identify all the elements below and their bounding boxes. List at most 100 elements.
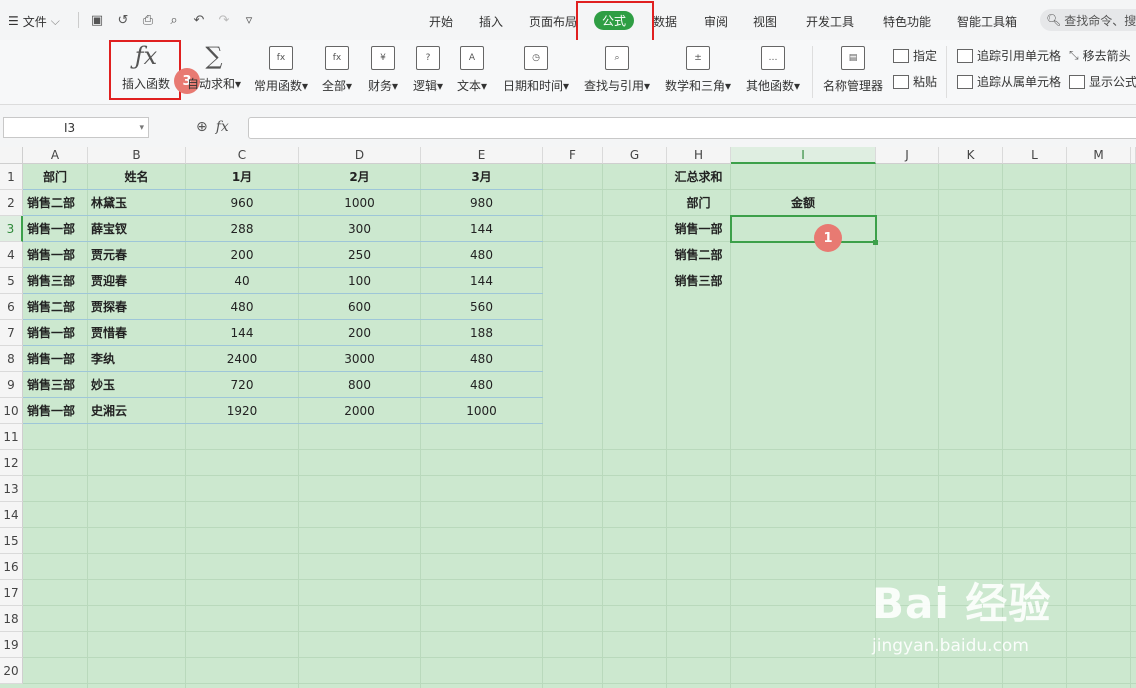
table-cell-name[interactable]: 史湘云 <box>91 398 185 424</box>
autosum-button[interactable]: ∑ 自动求和▾ <box>187 42 241 92</box>
row-header-8[interactable]: 8 <box>0 346 23 372</box>
column-header-l[interactable]: L <box>1003 147 1067 164</box>
column-header-e[interactable]: E <box>421 147 543 164</box>
undo-history-icon[interactable]: ↺ <box>115 12 131 28</box>
customize-icon[interactable]: ▿ <box>241 12 257 28</box>
table-cell-name[interactable]: 妙玉 <box>91 372 185 398</box>
all-functions-button[interactable]: fx 全部▾ <box>320 42 354 94</box>
table-cell-name[interactable]: 薛宝钗 <box>91 216 185 242</box>
table-cell-name[interactable]: 林黛玉 <box>91 190 185 216</box>
tab-page-layout[interactable]: 页面布局 <box>529 13 577 30</box>
zoom-icon[interactable]: ⊕ <box>196 119 208 135</box>
tab-smart-toolbox[interactable]: 智能工具箱 <box>957 13 1017 30</box>
table-cell-feb[interactable]: 3000 <box>299 346 420 372</box>
table-cell-dept[interactable]: 销售一部 <box>27 398 87 424</box>
table-cell-feb[interactable]: 800 <box>299 372 420 398</box>
table-cell-jan[interactable]: 1920 <box>186 398 298 424</box>
column-header-m[interactable]: M <box>1067 147 1131 164</box>
tab-data[interactable]: 数据 <box>653 13 677 30</box>
table-cell-dept[interactable]: 销售二部 <box>27 294 87 320</box>
summary-dept-cell[interactable]: 销售二部 <box>667 242 730 268</box>
insert-function-fx-icon[interactable]: fx <box>216 119 229 135</box>
table-cell-dept[interactable]: 销售二部 <box>27 190 87 216</box>
fill-handle[interactable] <box>873 240 878 245</box>
row-header-6[interactable]: 6 <box>0 294 23 320</box>
undo-icon[interactable]: ↶ <box>191 12 207 28</box>
table-cell-mar[interactable]: 188 <box>421 320 542 346</box>
table-cell-mar[interactable]: 980 <box>421 190 542 216</box>
summary-dept-cell[interactable]: 销售一部 <box>667 216 730 242</box>
table-cell-feb[interactable]: 300 <box>299 216 420 242</box>
table-cell-feb[interactable]: 600 <box>299 294 420 320</box>
tab-home[interactable]: 开始 <box>429 13 453 30</box>
column-header-a[interactable]: A <box>23 147 88 164</box>
table-cell-name[interactable]: 贾惜春 <box>91 320 185 346</box>
row-header-4[interactable]: 4 <box>0 242 23 268</box>
table-cell-mar[interactable]: 560 <box>421 294 542 320</box>
row-header-11[interactable]: 11 <box>0 424 23 450</box>
table-cell-dept[interactable]: 销售三部 <box>27 372 87 398</box>
tab-view[interactable]: 视图 <box>753 13 777 30</box>
table-cell-name[interactable]: 贾元春 <box>91 242 185 268</box>
formula-input[interactable] <box>248 117 1136 139</box>
column-header-f[interactable]: F <box>543 147 603 164</box>
summary-amount-header[interactable]: 金额 <box>731 190 875 216</box>
table-cell-dept[interactable]: 销售一部 <box>27 216 87 242</box>
table-cell-jan[interactable]: 720 <box>186 372 298 398</box>
table-cell-mar[interactable]: 480 <box>421 242 542 268</box>
lookup-reference-button[interactable]: ⌕ 查找与引用▾ <box>582 42 652 94</box>
summary-title[interactable]: 汇总求和 <box>667 164 730 190</box>
trace-dependents-button[interactable]: 追踪从属单元格 <box>957 73 1061 90</box>
print-preview-icon[interactable]: ⌕ <box>166 12 182 28</box>
table-cell-feb[interactable]: 250 <box>299 242 420 268</box>
summary-dept-header[interactable]: 部门 <box>667 190 730 216</box>
row-header-1[interactable]: 1 <box>0 164 23 190</box>
row-header-3[interactable]: 3 <box>0 216 23 242</box>
table-header-dept[interactable]: 部门 <box>23 164 87 190</box>
row-header-10[interactable]: 10 <box>0 398 23 424</box>
table-cell-jan[interactable]: 288 <box>186 216 298 242</box>
table-cell-feb[interactable]: 1000 <box>299 190 420 216</box>
tab-special-features[interactable]: 特色功能 <box>883 13 931 30</box>
row-header-5[interactable]: 5 <box>0 268 23 294</box>
name-manager-button[interactable]: ▤ 名称管理器 <box>822 42 884 94</box>
math-trig-button[interactable]: ± 数学和三角▾ <box>663 42 733 94</box>
name-box[interactable]: I3 ▾ <box>3 117 149 138</box>
tab-review[interactable]: 审阅 <box>704 13 728 30</box>
table-cell-jan[interactable]: 40 <box>186 268 298 294</box>
paste-name-button[interactable]: 粘贴 <box>893 73 937 90</box>
finance-button[interactable]: ¥ 财务▾ <box>366 42 400 94</box>
redo-icon[interactable]: ↷ <box>216 12 232 28</box>
column-header-c[interactable]: C <box>186 147 299 164</box>
row-header-2[interactable]: 2 <box>0 190 23 216</box>
file-menu-button[interactable]: ☰ 文件 ⌵ <box>8 12 60 30</box>
row-header-7[interactable]: 7 <box>0 320 23 346</box>
tab-insert[interactable]: 插入 <box>479 13 503 30</box>
row-header-16[interactable]: 16 <box>0 554 23 580</box>
table-cell-mar[interactable]: 480 <box>421 346 542 372</box>
table-cell-jan[interactable]: 960 <box>186 190 298 216</box>
table-cell-feb[interactable]: 100 <box>299 268 420 294</box>
table-header-mar[interactable]: 3月 <box>421 164 542 190</box>
table-cell-name[interactable]: 贾迎春 <box>91 268 185 294</box>
column-header-j[interactable]: J <box>876 147 939 164</box>
select-all-corner[interactable] <box>0 147 23 164</box>
row-header-12[interactable]: 12 <box>0 450 23 476</box>
column-header-k[interactable]: K <box>939 147 1003 164</box>
column-header-g[interactable]: G <box>603 147 667 164</box>
save-icon[interactable]: ▣ <box>89 12 105 28</box>
command-search[interactable]: 🔍︎ 查找命令、搜索 <box>1040 9 1136 31</box>
table-cell-mar[interactable]: 144 <box>421 268 542 294</box>
table-cell-jan[interactable]: 480 <box>186 294 298 320</box>
column-header-h[interactable]: H <box>667 147 731 164</box>
column-header-n[interactable] <box>1131 147 1136 164</box>
table-cell-jan[interactable]: 144 <box>186 320 298 346</box>
selected-cell-i3[interactable] <box>730 215 877 243</box>
table-cell-dept[interactable]: 销售三部 <box>27 268 87 294</box>
text-button[interactable]: A 文本▾ <box>455 42 489 94</box>
summary-dept-cell[interactable]: 销售三部 <box>667 268 730 294</box>
row-header-14[interactable]: 14 <box>0 502 23 528</box>
table-cell-jan[interactable]: 200 <box>186 242 298 268</box>
other-functions-button[interactable]: … 其他函数▾ <box>744 42 802 94</box>
trace-precedents-button[interactable]: 追踪引用单元格 <box>957 47 1061 64</box>
